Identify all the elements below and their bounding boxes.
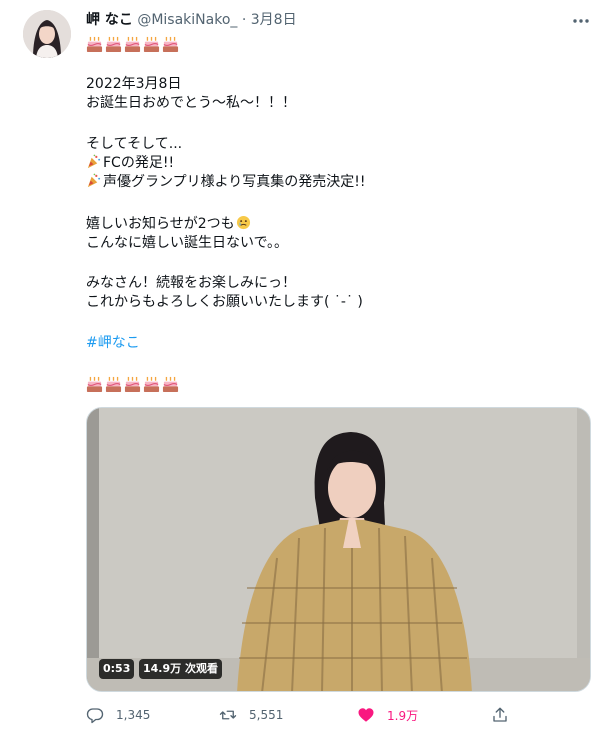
reply-button[interactable]: 1,345 [86,703,150,727]
party-popper-icon [87,173,101,188]
tweet-actions: 1,345 5,551 1.9万 [86,703,516,727]
birthday-cake-icon [105,36,122,53]
birthday-cake-icon [105,376,122,393]
tweet-text-line-news: 嬉しいお知らせが2つも [86,215,288,234]
tweet-text-line-photobook: 声優グランプリ様より写真集の発売決定!! [86,173,366,192]
share-button[interactable] [491,703,509,727]
tweet-paragraph-1: 2022年3月8日 お誕生日おめでとう〜私〜！！！ [86,75,296,113]
display-name[interactable]: 岬 なこ [86,12,133,28]
tweet-text-line: 2022年3月8日 [86,76,182,92]
hashtag-link[interactable]: #岬なこ [86,334,140,353]
video-views-badge: 14.9万 次观看 [139,659,222,679]
tweet-text: 嬉しいお知らせが2つも [86,216,235,232]
video-thumbnail [87,408,590,691]
user-handle[interactable]: @MisakiNako_ [137,12,237,28]
retweet-count: 5,551 [249,708,284,722]
tweet-text-line: お誕生日おめでとう〜私〜！！！ [86,95,296,111]
cake-emoji-row-top [86,36,179,53]
avatar[interactable] [23,10,71,58]
tweet-date[interactable]: 3月8日 [251,12,297,28]
birthday-cake-icon [86,376,103,393]
heart-icon [358,708,374,722]
tweet-text-line: これからもよろしくお願いいたします( ˙-˙ ) [86,294,363,310]
separator: · [241,12,247,28]
birthday-cake-icon [162,36,179,53]
tweet-text-line: こんなに嬉しい誕生日ないで。。 [86,235,289,251]
tweet-paragraph-3: 嬉しいお知らせが2つも こんなに嬉しい誕生日ないで。。 [86,215,288,253]
birthday-cake-icon [143,36,160,53]
tweet-paragraph-4: みなさん！続報をお楽しみにっ！ これからもよろしくお願いいたします( ˙-˙ ) [86,274,363,312]
reply-count: 1,345 [116,708,151,722]
tweet-text-line: みなさん！続報をお楽しみにっ！ [86,275,296,291]
more-options-icon[interactable] [571,11,591,31]
tweet-text: FCの発足!! [103,155,175,171]
birthday-cake-icon [86,36,103,53]
birthday-cake-icon [162,376,179,393]
birthday-cake-icon [143,376,160,393]
tweet-text-line: そしてそして... [86,136,183,152]
retweet-button[interactable]: 5,551 [219,703,283,727]
tearful-face-icon [236,215,250,230]
party-popper-icon [87,154,101,169]
tweet-paragraph-2: そしてそして... FCの発足!! 声優グランプリ様より写真集の発売決定!! [86,135,366,192]
video-duration-badge: 0:53 [99,659,135,679]
tweet-header: 岬 なこ @MisakiNako_ · 3月8日 [86,11,297,29]
birthday-cake-icon [124,376,141,393]
tweet: 岬 なこ @MisakiNako_ · 3月8日 2022年3月8日 お誕生日お… [0,0,599,736]
tweet-text-line-fc: FCの発足!! [86,154,366,173]
cake-emoji-row-bottom [86,376,179,393]
retweet-icon [219,710,237,720]
birthday-cake-icon [124,36,141,53]
tweet-text: 声優グランプリ様より写真集の発売決定!! [103,174,366,190]
like-count: 1.9万 [387,708,419,723]
like-button[interactable]: 1.9万 [357,703,418,727]
video-player[interactable]: 0:53 14.9万 次观看 [86,407,591,692]
reply-icon [86,708,104,724]
share-icon [493,707,507,722]
